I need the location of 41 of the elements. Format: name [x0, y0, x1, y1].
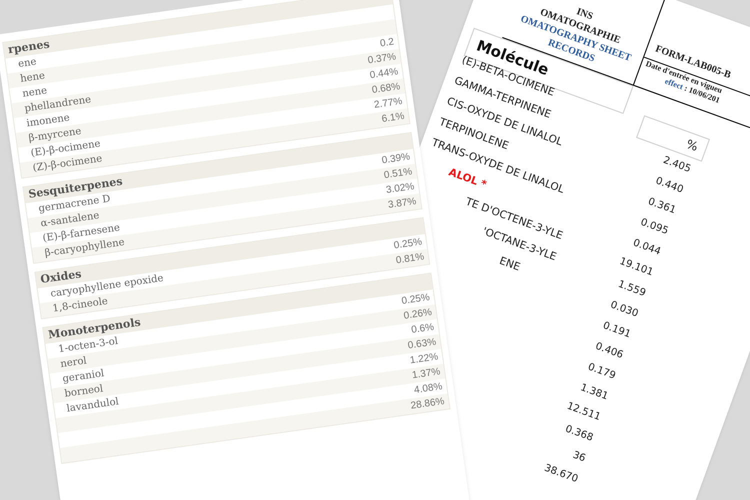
percentage: 0.44% — [368, 65, 400, 82]
percentage-value: 1.559 — [616, 277, 648, 300]
percentage: 4.08% — [413, 380, 444, 398]
percentage: 0.26% — [402, 306, 433, 323]
percentage-value: 0.440 — [654, 174, 686, 198]
percentage: 1.37% — [411, 365, 442, 382]
percentage-value: 2.405 — [661, 153, 694, 176]
percentage-value: 0.191 — [600, 318, 633, 342]
percentage: 0.25% — [392, 236, 424, 253]
percentage: 3.87% — [387, 195, 418, 213]
percentage: 0.51% — [382, 165, 414, 182]
percentage-value: 0.406 — [593, 339, 626, 362]
section-title: Oxides — [39, 266, 82, 286]
percentage: 0.25% — [400, 291, 431, 308]
percentage: 1.22% — [409, 350, 440, 368]
percentage: 0.37% — [366, 50, 397, 68]
compound-name: hene — [19, 70, 46, 87]
percentage: 6.1% — [380, 110, 406, 127]
percentage-value: 0.030 — [608, 298, 640, 322]
percentage: 28.86% — [410, 395, 446, 414]
section-title: rpenes — [7, 36, 51, 58]
percentage-value: 0.179 — [586, 360, 618, 384]
percentage-value: 0.044 — [630, 236, 663, 258]
column-header: % — [684, 136, 701, 156]
percentage: 0.63% — [406, 336, 438, 353]
percentage-value: 0.095 — [638, 215, 671, 238]
percentage: 0.6% — [410, 320, 435, 338]
percentage: 0.39% — [380, 150, 412, 168]
percentage-value: 1.381 — [578, 380, 610, 402]
percentage: 2.77% — [373, 95, 404, 112]
compound-name: 1,8-cineole — [52, 296, 109, 317]
percentage-value: 36 — [571, 448, 588, 464]
percentage: 0.2 — [379, 36, 395, 52]
percentage: 0.68% — [371, 80, 402, 98]
percentage-value: 0.361 — [646, 194, 678, 218]
percentage: 0.81% — [394, 250, 426, 268]
molecule-name: ALOL * — [447, 166, 488, 194]
compound-name: nene — [21, 84, 48, 100]
percentage-value: 0.368 — [563, 422, 596, 446]
compound-name: ene — [17, 56, 38, 72]
percentage: 3.02% — [385, 180, 416, 198]
